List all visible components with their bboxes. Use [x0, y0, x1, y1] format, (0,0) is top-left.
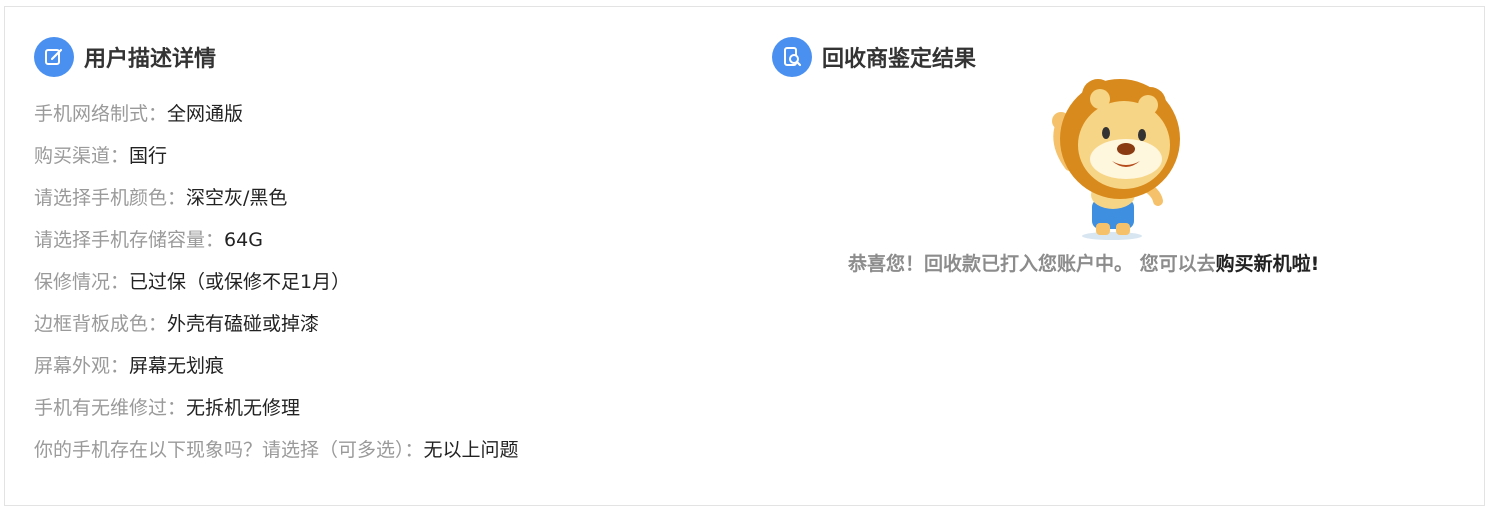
detail-label: 购买渠道：	[34, 145, 130, 167]
result-section-title: 回收商鉴定结果	[822, 47, 977, 72]
detail-row-network: 手机网络制式：全网通版	[34, 96, 519, 138]
phone-inspect-icon	[772, 37, 812, 77]
detail-row-screen: 屏幕外观：屏幕无划痕	[34, 348, 519, 390]
detail-label: 请选择手机颜色：	[34, 187, 187, 209]
user-section-title: 用户描述详情	[84, 47, 217, 72]
lion-mascot-icon	[1052, 79, 1180, 240]
detail-row-channel: 购买渠道：国行	[34, 138, 519, 180]
detail-row-repair: 手机有无维修过：无拆机无修理	[34, 390, 519, 432]
detail-value: 无拆机无修理	[186, 397, 301, 419]
user-detail-list: 手机网络制式：全网通版 购买渠道：国行 请选择手机颜色：深空灰/黑色 请选择手机…	[34, 96, 519, 474]
detail-label: 请选择手机存储容量：	[34, 229, 225, 251]
detail-value: 全网通版	[167, 103, 244, 125]
result-message: 恭喜您！回收款已打入您账户中。 您可以去购买新机啦!	[848, 249, 1319, 276]
detail-value: 国行	[129, 145, 168, 167]
detail-label: 手机有无维修过：	[34, 397, 187, 419]
detail-row-warranty: 保修情况：已过保（或保修不足1月）	[34, 264, 519, 306]
detail-label: 边框背板成色：	[34, 313, 168, 335]
buy-new-phone-link[interactable]: 购买新机啦!	[1216, 253, 1320, 275]
detail-value: 无以上问题	[423, 439, 519, 461]
detail-value: 屏幕无划痕	[129, 355, 225, 377]
detail-row-color: 请选择手机颜色：深空灰/黑色	[34, 180, 519, 222]
user-section-header: 用户描述详情	[34, 37, 216, 77]
detail-row-storage: 请选择手机存储容量：64G	[34, 222, 519, 264]
edit-icon	[34, 37, 74, 77]
result-section-header: 回收商鉴定结果	[772, 37, 976, 77]
detail-row-issues: 你的手机存在以下现象吗？请选择（可多选）：无以上问题	[34, 432, 519, 474]
detail-label: 手机网络制式：	[34, 103, 168, 125]
detail-value: 已过保（或保修不足1月）	[129, 271, 351, 293]
detail-label: 保修情况：	[34, 271, 130, 293]
detail-value: 深空灰/黑色	[186, 187, 288, 209]
detail-label: 你的手机存在以下现象吗？请选择（可多选）：	[34, 439, 424, 461]
detail-row-frame: 边框背板成色：外壳有磕碰或掉漆	[34, 306, 519, 348]
result-message-text: 恭喜您！回收款已打入您账户中。 您可以去	[848, 253, 1216, 275]
detail-label: 屏幕外观：	[34, 355, 130, 377]
detail-value: 64G	[224, 229, 263, 251]
detail-value: 外壳有磕碰或掉漆	[167, 313, 320, 335]
